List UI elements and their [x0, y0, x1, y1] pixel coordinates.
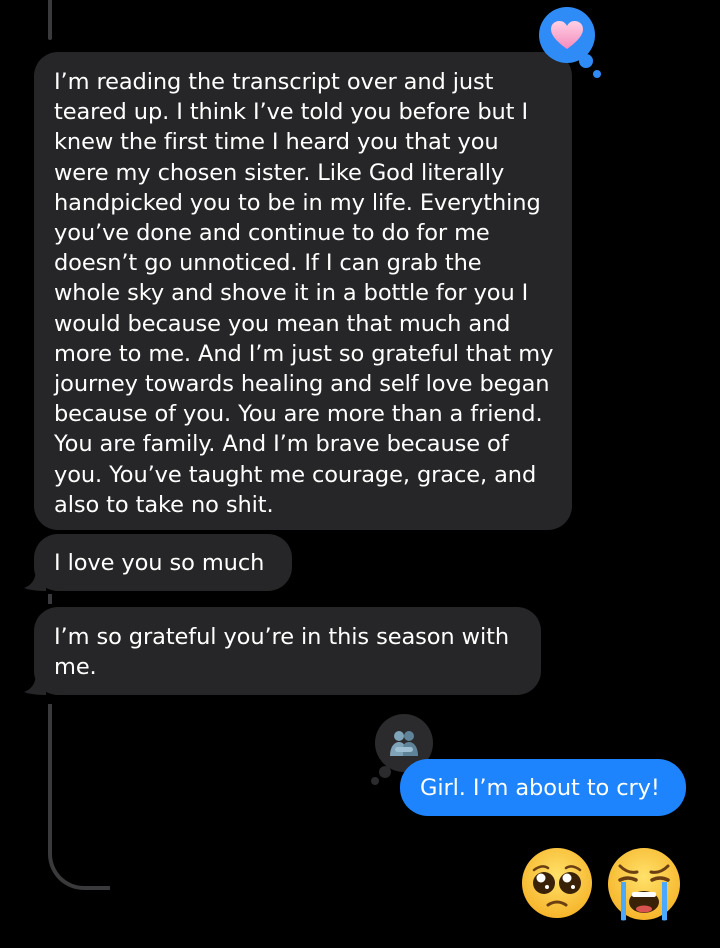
- heart-icon: [550, 20, 584, 50]
- bubble-tail: [24, 673, 46, 695]
- received-message-bubble[interactable]: I love you so much: [34, 534, 292, 591]
- heart-tapback[interactable]: [539, 7, 601, 78]
- received-message-bubble[interactable]: I’m so grateful you’re in this season wi…: [34, 607, 541, 695]
- thread-line: [48, 594, 52, 604]
- message-text: I love you so much: [54, 550, 265, 576]
- pleading-face-icon: [520, 846, 594, 920]
- message-text: Girl. I’m about to cry!: [420, 775, 660, 801]
- sent-message-bubble[interactable]: Girl. I’m about to cry!: [400, 759, 686, 816]
- message-text: I’m reading the transcript over and just…: [54, 69, 554, 518]
- thread-line: [48, 704, 110, 890]
- bubble-tail: [24, 569, 46, 591]
- loudly-crying-face-icon: [606, 846, 682, 922]
- thread-line: [48, 0, 52, 40]
- hugging-people-icon: [387, 728, 421, 758]
- received-message-bubble[interactable]: I’m reading the transcript over and just…: [34, 52, 572, 530]
- message-text: I’m so grateful you’re in this season wi…: [54, 624, 509, 681]
